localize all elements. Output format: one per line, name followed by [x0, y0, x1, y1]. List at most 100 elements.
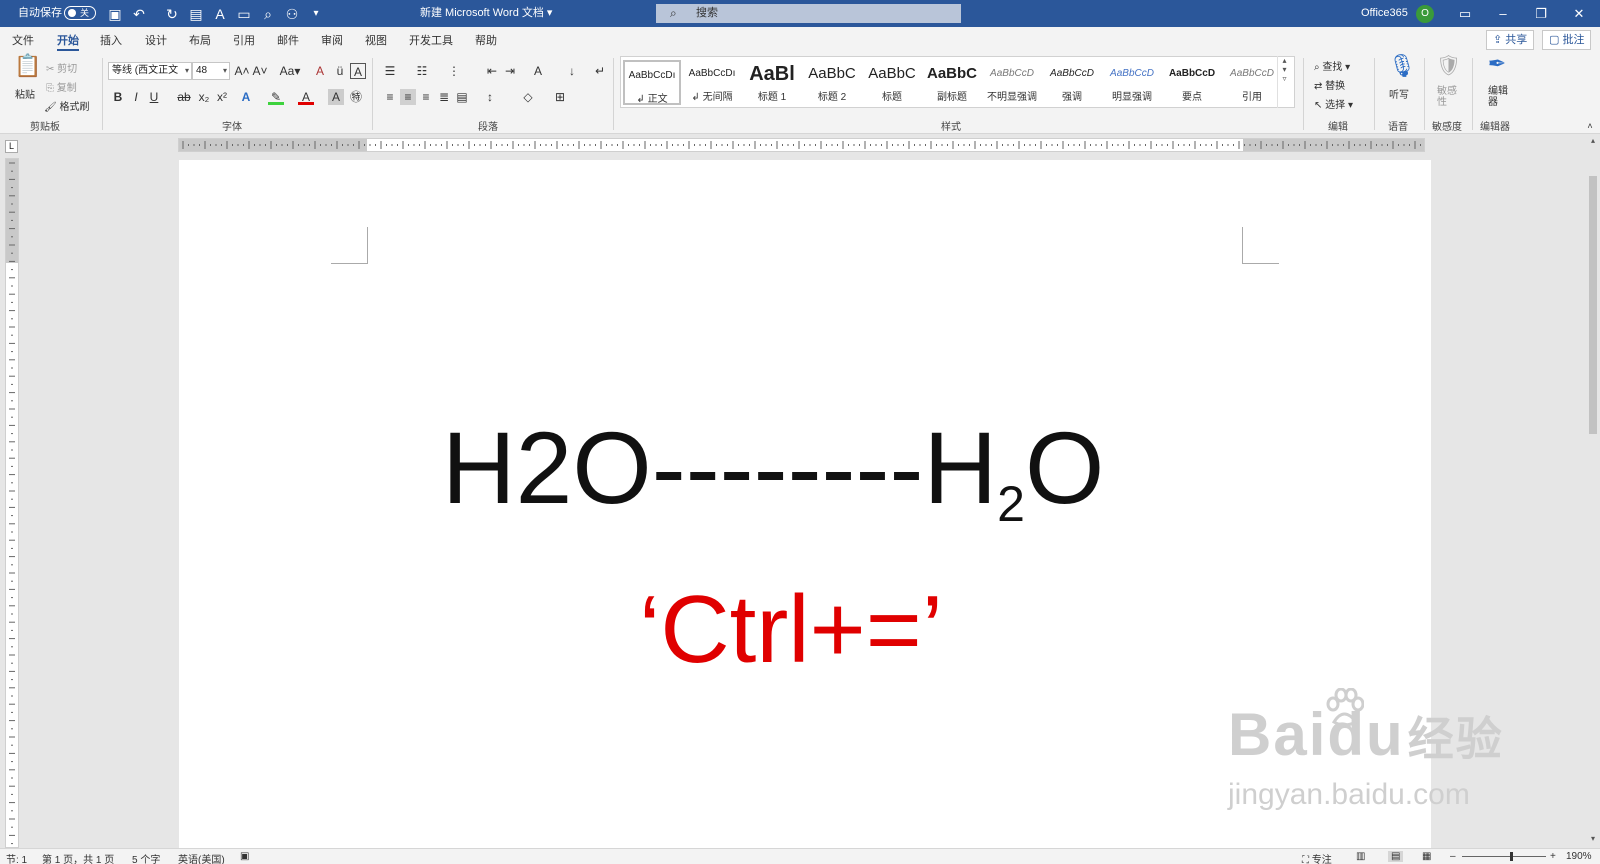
style-subtitle[interactable]: AaBbC 副标题 — [923, 60, 981, 105]
share-network-icon[interactable]: ⚇ — [283, 5, 301, 23]
tab-mailings[interactable]: 邮件 — [277, 32, 299, 48]
find-button[interactable]: ⌕ 查找 ▾ — [1314, 58, 1350, 73]
comments-button[interactable]: ▢ 批注 — [1542, 30, 1592, 50]
paste-icon[interactable]: 📋 — [14, 55, 41, 84]
tab-view[interactable]: 视图 — [365, 32, 387, 48]
close-icon[interactable]: ✕ — [1560, 0, 1598, 27]
page-indicator[interactable]: 第 1 页，共 1 页 — [42, 851, 114, 864]
tab-review[interactable]: 审阅 — [321, 32, 343, 48]
editor-button[interactable]: 编辑器 — [1488, 86, 1510, 108]
tab-file[interactable]: 文件 — [12, 32, 34, 48]
tab-help[interactable]: 帮助 — [475, 32, 497, 48]
screenshot-icon[interactable]: ▭ — [235, 5, 253, 23]
style-heading-1[interactable]: AaBl 标题 1 — [743, 60, 801, 105]
chinese-layout-icon[interactable]: A — [530, 63, 546, 79]
shading-icon[interactable]: ◇ — [520, 89, 536, 105]
autosave-toggle[interactable]: 关 — [64, 6, 96, 20]
dictate-button[interactable]: 听写 — [1389, 86, 1409, 101]
tab-home[interactable]: 开始 — [57, 32, 79, 51]
tab-layout[interactable]: 布局 — [189, 32, 211, 48]
style-normal[interactable]: AaBbCcDı ↲ 正文 — [623, 60, 681, 105]
section-indicator[interactable]: 节: 1 — [6, 851, 27, 864]
replace-button[interactable]: ⇄ 替换 — [1314, 77, 1345, 92]
language-indicator[interactable]: 英语(美国) — [178, 851, 225, 864]
tab-developer[interactable]: 开发工具 — [409, 32, 453, 48]
subscript-icon[interactable]: x₂ — [196, 89, 212, 105]
macro-record-icon[interactable]: ▣ — [240, 851, 249, 862]
style-emphasis[interactable]: AaBbCcD 强调 — [1043, 60, 1101, 105]
text-effects-icon[interactable]: A — [238, 89, 254, 105]
change-case-icon[interactable]: Aa▾ — [278, 63, 302, 79]
account-name[interactable]: Office365 — [1361, 0, 1408, 27]
undo-icon[interactable]: ↶ — [130, 5, 148, 23]
sort-icon[interactable]: ↓ — [564, 63, 580, 79]
chevron-up-icon[interactable]: ▴ — [1586, 136, 1600, 145]
style-subtle-emphasis[interactable]: AaBbCcD 不明显强调 — [983, 60, 1041, 105]
formula-line[interactable]: H2O--------H2O — [442, 410, 1104, 533]
scrollbar-thumb[interactable] — [1589, 176, 1597, 434]
horizontal-ruler[interactable] — [178, 138, 1425, 152]
strikethrough-icon[interactable]: ab — [176, 89, 192, 105]
new-doc-icon[interactable]: ▤ — [187, 5, 205, 23]
tab-insert[interactable]: 插入 — [100, 32, 122, 48]
web-layout-icon[interactable]: ▦ — [1422, 851, 1431, 862]
multilevel-list-icon[interactable]: ⋮ — [446, 63, 462, 79]
zoom-level[interactable]: 190% — [1566, 851, 1592, 862]
zoom-slider[interactable] — [1462, 852, 1546, 861]
style-no-spacing[interactable]: AaBbCcDı ↲ 无间隔 — [683, 60, 741, 105]
select-button[interactable]: ↖ 选择 ▾ — [1314, 96, 1353, 111]
font-color-icon[interactable]: A — [298, 89, 314, 105]
align-right-icon[interactable]: ≡ — [418, 89, 434, 105]
show-marks-icon[interactable]: ↵ — [592, 63, 608, 79]
phonetic-guide-icon[interactable]: ü — [332, 63, 348, 79]
increase-indent-icon[interactable]: ⇥ — [502, 63, 518, 79]
cut-button[interactable]: ✂ 剪切 — [46, 60, 77, 75]
style-strong[interactable]: AaBbCcD 要点 — [1163, 60, 1221, 105]
tab-selector[interactable]: L — [5, 140, 18, 153]
superscript-icon[interactable]: x² — [214, 89, 230, 105]
line-spacing-icon[interactable]: ↕ — [482, 89, 498, 105]
grow-font-icon[interactable]: A˄ — [234, 63, 250, 79]
format-painter-button[interactable]: 🖌 格式刷 — [44, 98, 89, 113]
align-left-icon[interactable]: ≡ — [382, 89, 398, 105]
sensitivity-icon[interactable]: 🛡 — [1436, 56, 1461, 84]
zoom-in-icon[interactable]: + — [1550, 851, 1556, 862]
paste-button[interactable]: 粘贴 — [15, 86, 35, 101]
bullets-icon[interactable]: ☰ — [382, 63, 398, 79]
save-icon[interactable]: ▣ — [106, 5, 124, 23]
justify-icon[interactable]: ≣ — [436, 89, 452, 105]
style-quote[interactable]: AaBbCcD 引用 — [1223, 60, 1281, 105]
style-heading-2[interactable]: AaBbC 标题 2 — [803, 60, 861, 105]
word-count[interactable]: 5 个字 — [132, 851, 160, 864]
bold-icon[interactable]: B — [110, 89, 126, 105]
redo-icon[interactable]: ↻ — [163, 5, 181, 23]
focus-mode-button[interactable]: ⛶ 专注 — [1302, 851, 1332, 864]
ribbon-display-icon[interactable]: ▭ — [1446, 0, 1484, 27]
chevron-up-icon[interactable]: ▴ — [1282, 56, 1286, 65]
copy-button[interactable]: ⎘ 复制 — [46, 79, 77, 94]
chevron-down-icon[interactable]: ▾ — [1586, 834, 1600, 843]
restore-icon[interactable]: ❐ — [1522, 0, 1560, 27]
document-title[interactable]: 新建 Microsoft Word 文档 ▾ — [420, 0, 552, 27]
numbering-icon[interactable]: ☷ — [414, 63, 430, 79]
decrease-indent-icon[interactable]: ⇤ — [484, 63, 500, 79]
underline-icon[interactable]: U — [146, 89, 162, 105]
style-title[interactable]: AaBbC 标题 — [863, 60, 921, 105]
highlight-icon[interactable]: ✎ — [268, 89, 284, 105]
share-button[interactable]: ⇪ 共享 — [1486, 30, 1535, 50]
character-shading-icon[interactable]: A — [328, 89, 344, 105]
enclose-characters-icon[interactable]: ㊕ — [348, 89, 364, 105]
clear-formatting-icon[interactable]: A — [312, 63, 328, 79]
read-aloud-icon[interactable]: A — [211, 5, 229, 23]
editor-icon[interactable]: ✒ — [1484, 53, 1510, 84]
chevron-down-icon[interactable]: ▾ — [1282, 65, 1286, 74]
borders-icon[interactable]: ⊞ — [552, 89, 568, 105]
collapse-ribbon-icon[interactable]: ˄ — [1582, 118, 1598, 134]
zoom-out-icon[interactable]: – — [1450, 851, 1456, 862]
print-layout-icon[interactable]: ▤ — [1388, 851, 1404, 862]
microphone-icon[interactable]: 🎙 — [1388, 55, 1416, 84]
search-input[interactable]: ⌕ 搜索 — [656, 4, 961, 23]
vertical-scrollbar[interactable]: ▴ ▾ — [1586, 136, 1600, 848]
character-border-icon[interactable]: A — [350, 63, 366, 79]
tab-design[interactable]: 设计 — [145, 32, 167, 48]
